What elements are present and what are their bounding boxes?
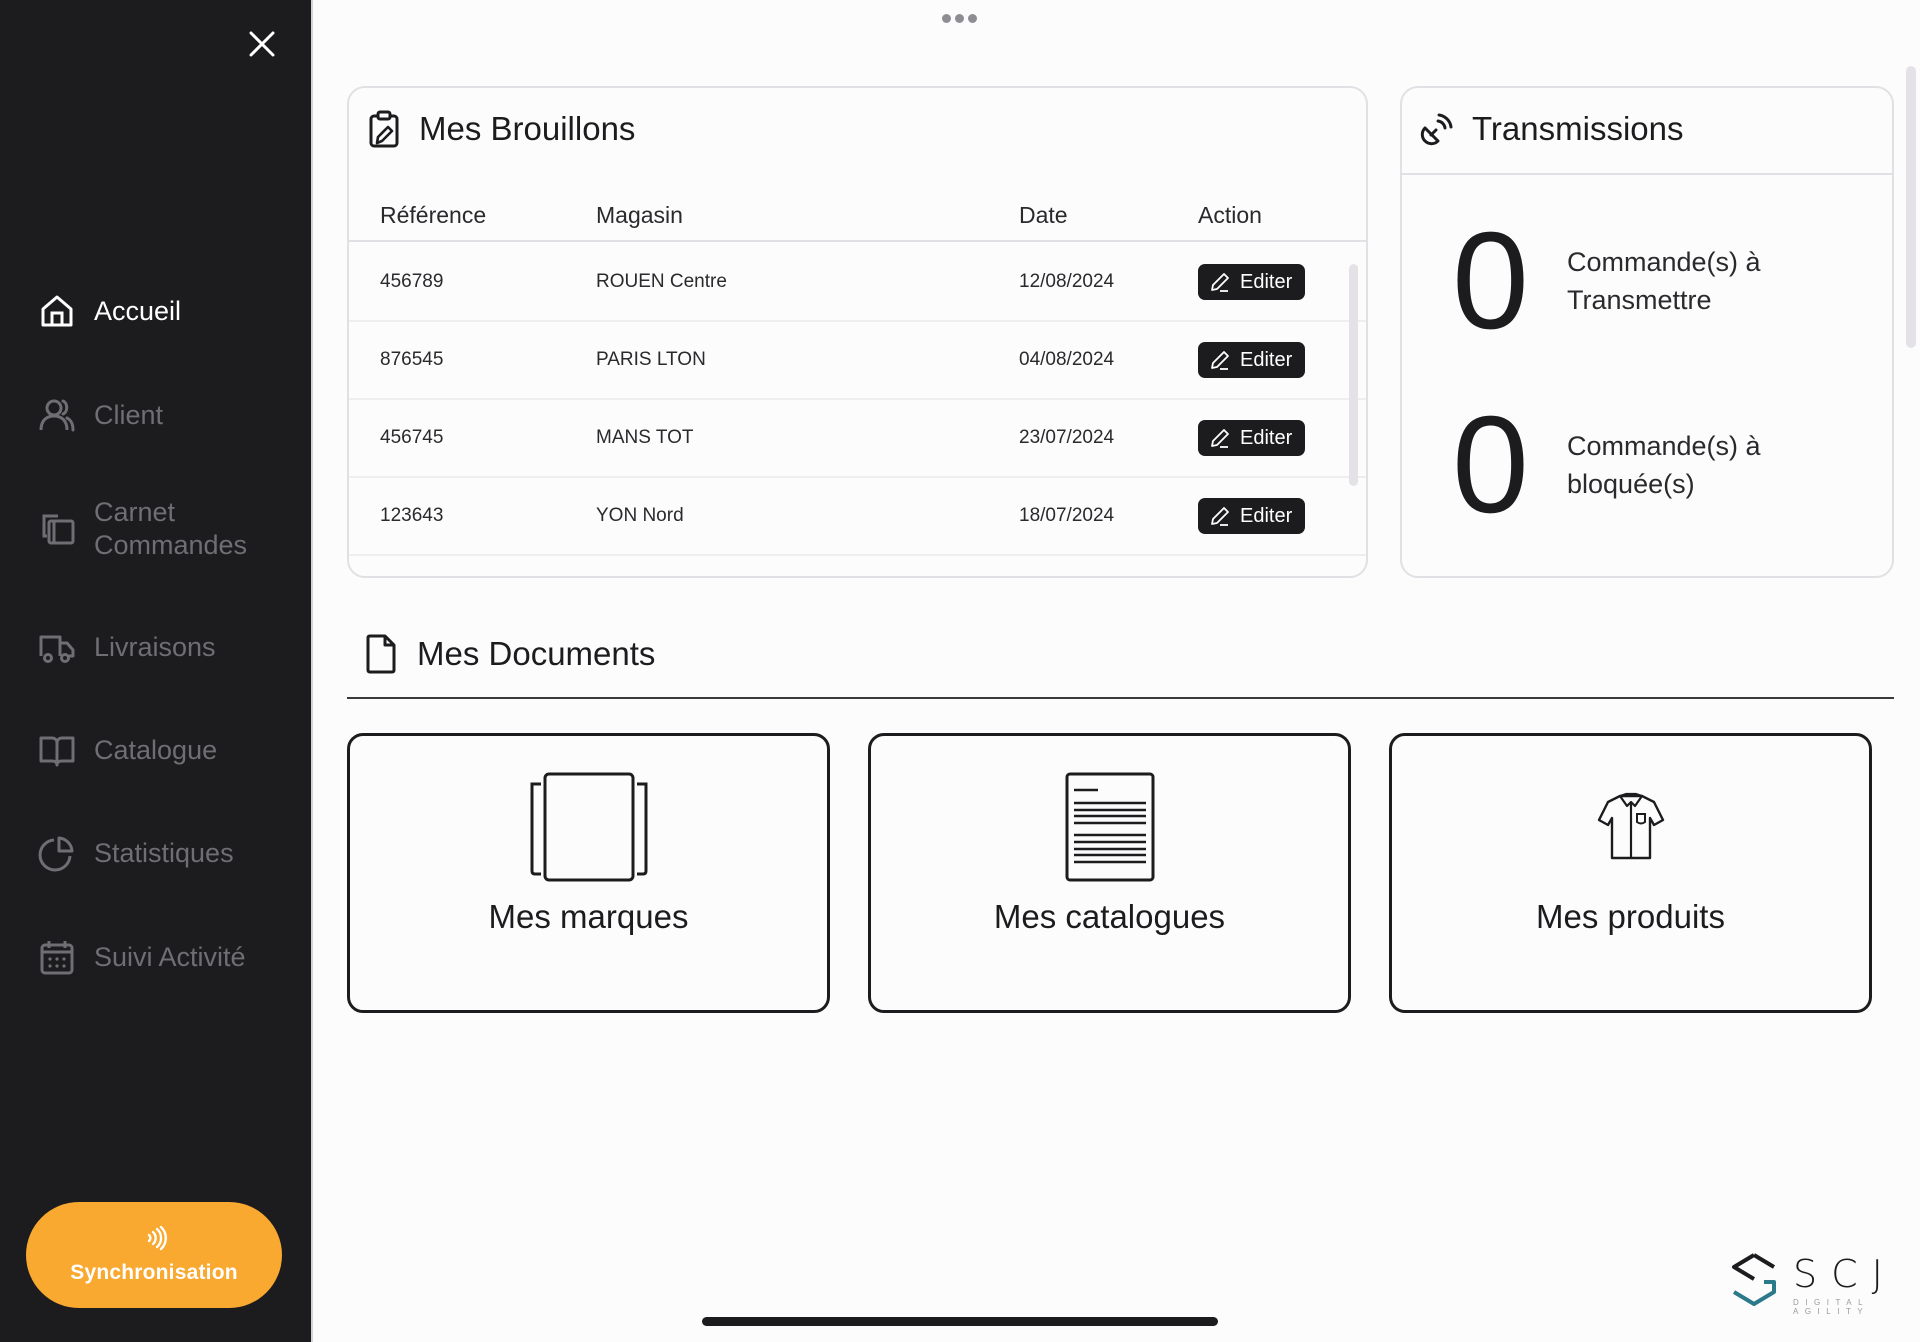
edit-button[interactable]: Editer xyxy=(1198,342,1305,378)
table-row: 876545 PARIS LTON 04/08/2024 Editer xyxy=(349,322,1366,400)
sidebar-item-label: Suivi Activité xyxy=(94,941,246,972)
tile-mes-catalogues[interactable]: Mes catalogues xyxy=(868,733,1351,1013)
logo-name: SCJ xyxy=(1793,1252,1897,1296)
sidebar-item-client[interactable]: Client xyxy=(38,396,163,434)
tile-label: Mes produits xyxy=(1536,898,1725,935)
sidebar-item-label: Accueil xyxy=(94,295,182,326)
drafts-card: Mes Brouillons Référence Magasin Date Ac… xyxy=(347,86,1368,578)
documents-divider xyxy=(347,697,1894,699)
sidebar-item-livraisons[interactable]: Livraisons xyxy=(38,628,216,666)
cell-reference: 123643 xyxy=(380,505,444,526)
stat-to-transmit: 0 Commande(s) à Transmettre xyxy=(1437,204,1827,358)
calendar-icon xyxy=(38,938,76,976)
multitask-handle[interactable] xyxy=(942,14,977,23)
transmissions-title-text: Transmissions xyxy=(1472,110,1684,147)
table-row: 456789 ROUEN Centre 12/08/2024 Editer xyxy=(349,244,1366,322)
cell-date: 12/08/2024 xyxy=(1019,271,1115,292)
tile-label: Mes catalogues xyxy=(993,898,1226,935)
sidebar: Accueil Client Carnet Commandes Livraiso… xyxy=(0,0,313,1342)
cell-reference: 876545 xyxy=(380,349,444,370)
edit-button[interactable]: Editer xyxy=(1198,498,1305,534)
home-icon xyxy=(38,292,76,330)
transmissions-title: Transmissions xyxy=(1420,110,1684,148)
clipboard-edit-icon xyxy=(367,110,401,148)
tile-label: Mes marques xyxy=(488,898,689,935)
cell-date: 18/07/2024 xyxy=(1019,505,1115,526)
edit-button[interactable]: Editer xyxy=(1198,420,1305,456)
cell-reference: 456789 xyxy=(380,271,444,292)
sidebar-item-label: Statistiques xyxy=(94,837,234,868)
drafts-table-header: Référence Magasin Date Action xyxy=(349,196,1366,242)
scj-logo: SCJ DIGITAL AGILITY xyxy=(1729,1252,1899,1316)
stat-label: Commande(s) à bloquée(s) xyxy=(1567,431,1761,499)
stat-label: Commande(s) à Transmettre xyxy=(1567,247,1761,315)
scj-logo-mark xyxy=(1732,1253,1776,1306)
cell-reference: 456745 xyxy=(380,427,444,448)
sidebar-item-label: Client xyxy=(94,399,164,430)
close-icon xyxy=(249,31,275,57)
edit-button-label: Editer xyxy=(1240,348,1293,371)
satellite-dish-icon xyxy=(1420,110,1454,148)
drafts-title: Mes Brouillons xyxy=(367,110,635,148)
pencil-icon xyxy=(1211,429,1229,448)
sidebar-item-suivi-activite[interactable]: Suivi Activité xyxy=(38,938,246,976)
stat-value: 0 xyxy=(1452,388,1529,542)
documents-title-text: Mes Documents xyxy=(417,635,656,672)
order-book-icon xyxy=(38,510,76,548)
truck-icon xyxy=(38,628,76,666)
logo-tagline: DIGITAL AGILITY xyxy=(1793,1298,1870,1316)
catalog-page-icon xyxy=(1065,772,1155,887)
page-scrollbar[interactable] xyxy=(1906,66,1916,348)
pencil-icon xyxy=(1211,273,1229,292)
stat-value: 0 xyxy=(1452,204,1529,358)
cell-magasin: MANS TOT xyxy=(596,427,694,448)
column-header-date: Date xyxy=(1019,202,1068,228)
drafts-scrollbar[interactable] xyxy=(1349,264,1358,486)
cell-magasin: PARIS LTON xyxy=(596,349,706,370)
pencil-icon xyxy=(1211,351,1229,370)
cell-date: 04/08/2024 xyxy=(1019,349,1115,370)
edit-button-label: Editer xyxy=(1240,426,1293,449)
sync-waves-icon xyxy=(141,1225,167,1251)
sync-button[interactable]: Synchronisation xyxy=(26,1202,282,1308)
book-open-icon xyxy=(38,731,76,769)
edit-button-label: Editer xyxy=(1240,504,1293,527)
table-row: 456745 MANS TOT 23/07/2024 Editer xyxy=(349,400,1366,478)
brands-icon xyxy=(527,772,651,887)
pencil-icon xyxy=(1211,507,1229,526)
divider xyxy=(1402,173,1892,175)
users-icon xyxy=(38,396,76,434)
column-header-reference: Référence xyxy=(380,202,487,228)
edit-button-label: Editer xyxy=(1240,270,1293,293)
column-header-action: Action xyxy=(1198,202,1262,228)
sidebar-item-accueil[interactable]: Accueil xyxy=(38,292,181,330)
sidebar-item-label: Catalogue xyxy=(94,734,218,765)
sidebar-item-label: Livraisons xyxy=(94,631,216,662)
edit-button[interactable]: Editer xyxy=(1198,264,1305,300)
pie-chart-icon xyxy=(38,834,76,872)
drafts-title-text: Mes Brouillons xyxy=(419,110,636,147)
shirt-icon xyxy=(1596,792,1666,867)
cell-magasin: ROUEN Centre xyxy=(596,271,727,292)
sync-button-label: Synchronisation xyxy=(70,1261,238,1284)
table-row: 123643 YON Nord 18/07/2024 Editer xyxy=(349,478,1366,556)
cell-date: 23/07/2024 xyxy=(1019,427,1115,448)
tile-mes-produits[interactable]: Mes produits xyxy=(1389,733,1872,1013)
sidebar-item-label: Carnet Commandes xyxy=(94,497,248,560)
sidebar-item-statistiques[interactable]: Statistiques xyxy=(38,834,234,872)
cell-magasin: YON Nord xyxy=(596,505,684,526)
close-sidebar-button[interactable] xyxy=(246,28,278,60)
stat-blocked: 0 Commande(s) à bloquée(s) xyxy=(1437,388,1827,542)
column-header-magasin: Magasin xyxy=(596,202,683,228)
transmissions-card: Transmissions 0 Commande(s) à Transmettr… xyxy=(1400,86,1894,578)
home-indicator[interactable] xyxy=(702,1317,1218,1326)
documents-title: Mes Documents xyxy=(365,634,655,674)
document-icon xyxy=(365,634,397,674)
sidebar-item-catalogue[interactable]: Catalogue xyxy=(38,731,217,769)
sidebar-item-carnet-commandes[interactable]: Carnet Commandes xyxy=(38,496,274,562)
tile-mes-marques[interactable]: Mes marques xyxy=(347,733,830,1013)
